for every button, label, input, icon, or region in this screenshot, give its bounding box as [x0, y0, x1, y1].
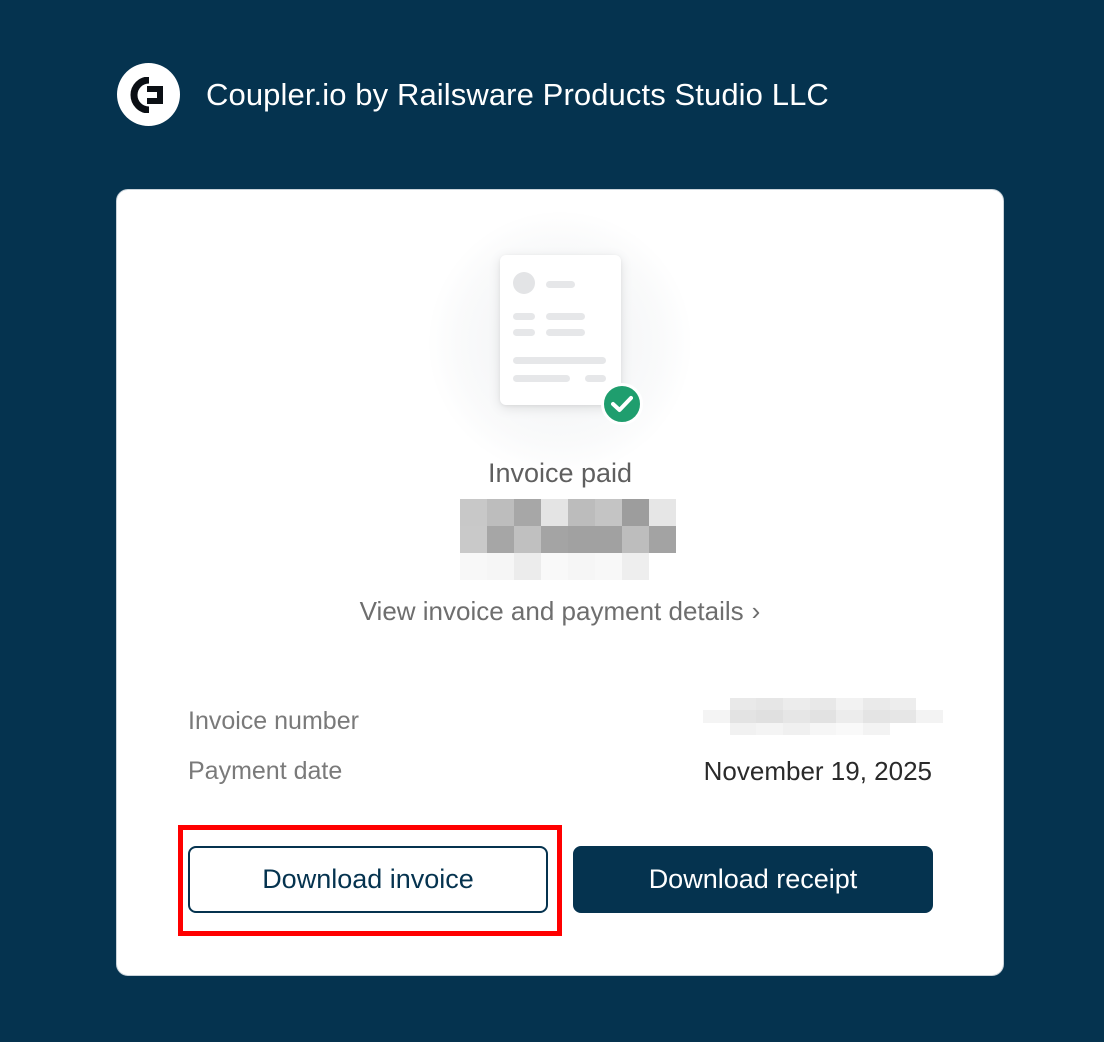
chevron-right-icon: ›	[751, 596, 761, 626]
check-circle-icon	[601, 383, 643, 425]
redacted-amount	[460, 499, 676, 580]
invoice-status: Invoice paid	[487, 458, 633, 488]
company-name: Coupler.io by Railsware Products Studio …	[206, 76, 829, 112]
payment-date-row: Payment date November 19, 2025	[188, 755, 932, 787]
view-invoice-details-link[interactable]: View invoice and payment details ›	[117, 596, 1003, 627]
redacted-invoice-number	[703, 698, 943, 735]
download-invoice-button[interactable]: Download invoice	[188, 846, 548, 913]
coupler-logo-icon	[117, 63, 180, 126]
invoice-page: Coupler.io by Railsware Products Studio …	[0, 0, 1104, 1042]
payment-date-label: Payment date	[188, 756, 343, 785]
header: Coupler.io by Railsware Products Studio …	[117, 63, 829, 126]
invoice-card: Invoice paid View invoice and payment de…	[116, 189, 1004, 976]
download-receipt-button[interactable]: Download receipt	[573, 846, 933, 913]
details-link-label: View invoice and payment details	[359, 596, 744, 626]
invoice-document-icon	[500, 255, 621, 405]
payment-date-value: November 19, 2025	[703, 755, 932, 786]
invoice-number-label: Invoice number	[188, 706, 359, 735]
